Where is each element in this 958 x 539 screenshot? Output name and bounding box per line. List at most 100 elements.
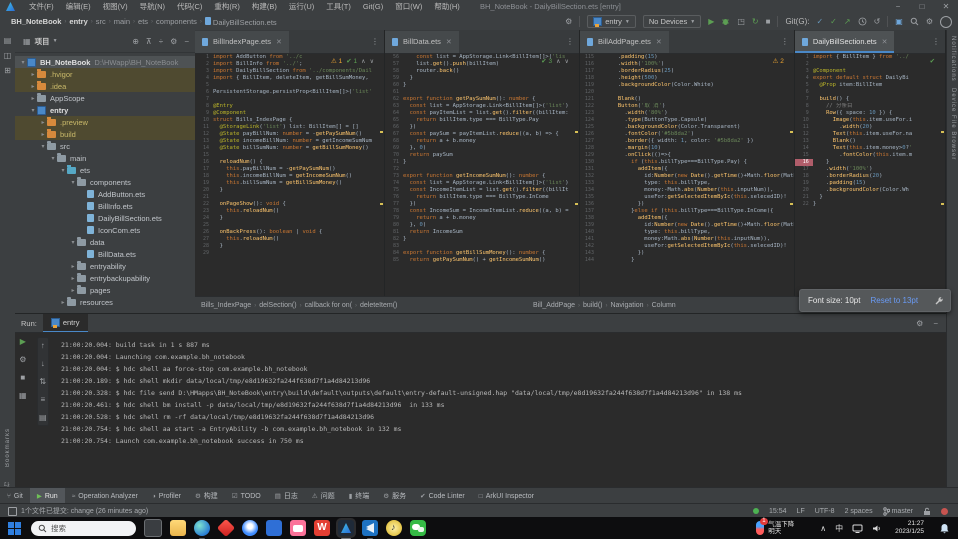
close-icon[interactable]: ✕ bbox=[276, 38, 282, 46]
taskbar-clock[interactable]: 21:27 2023/1/25 bbox=[895, 520, 924, 536]
toolwindow-构建[interactable]: ⚙构建 bbox=[188, 488, 225, 504]
hide-icon[interactable]: − bbox=[933, 319, 938, 328]
tree-item[interactable]: ▸.preview bbox=[15, 116, 195, 128]
tree-chevron-icon[interactable]: ▾ bbox=[19, 59, 27, 66]
history-icon[interactable] bbox=[858, 17, 867, 26]
hide-icon[interactable]: − bbox=[184, 37, 189, 46]
run-tab-entry[interactable]: entry bbox=[43, 314, 88, 332]
breadcrumb-item[interactable]: BH_NoteBook bbox=[8, 17, 64, 26]
breadcrumb-item[interactable]: ets bbox=[135, 17, 151, 26]
editor-tab[interactable]: BillAddPage.ets✕ bbox=[580, 31, 669, 53]
inspection-widget[interactable]: ⚠ 2 bbox=[773, 57, 784, 65]
profile-icon[interactable] bbox=[940, 16, 952, 28]
code-editor[interactable]: 115 .padding(15)116 .width('100%')117 .b… bbox=[580, 54, 794, 296]
settings-icon[interactable]: ⚙ bbox=[565, 17, 572, 26]
menu-item[interactable]: 编辑(E) bbox=[60, 2, 97, 11]
taskbar-app-wps[interactable]: W bbox=[314, 520, 330, 536]
tree-item[interactable]: ▸.hvigor bbox=[15, 68, 195, 80]
breadcrumb-item[interactable]: delSection() bbox=[259, 302, 296, 309]
gear-icon[interactable]: ⚙ bbox=[916, 319, 923, 328]
taskbar-app-music[interactable] bbox=[386, 520, 402, 536]
tree-item[interactable]: DailyBillSection.ets bbox=[15, 212, 195, 224]
tree-item[interactable]: AddButton.ets bbox=[15, 188, 195, 200]
tree-chevron-icon[interactable]: ▸ bbox=[29, 95, 37, 102]
collapse-all-icon[interactable]: ⊼ bbox=[146, 37, 152, 46]
breadcrumb-item[interactable]: main bbox=[111, 17, 133, 26]
chevron-down-icon[interactable]: ▼ bbox=[53, 38, 58, 44]
close-icon[interactable]: ✕ bbox=[446, 38, 452, 46]
dump-icon[interactable]: ▦ bbox=[19, 391, 27, 400]
editor-tab[interactable]: BillData.ets✕ bbox=[385, 31, 459, 53]
event-log-error-icon[interactable] bbox=[941, 508, 948, 515]
run-icon[interactable]: ▶ bbox=[708, 17, 714, 26]
code-editor[interactable]: 56 const list = AppStorage.Link<BillItem… bbox=[385, 54, 579, 296]
tree-item[interactable]: ▾entry bbox=[15, 104, 195, 116]
taskbar-app-wechat[interactable] bbox=[410, 520, 426, 536]
menu-item[interactable]: Git(G) bbox=[357, 2, 389, 11]
taskbar-app-bilibili[interactable] bbox=[290, 520, 306, 536]
stop-icon[interactable]: ■ bbox=[766, 17, 771, 26]
taskbar-app-edge[interactable] bbox=[194, 520, 210, 536]
close-icon[interactable]: ✕ bbox=[656, 38, 662, 46]
taskbar-app-mail-blue[interactable] bbox=[266, 520, 282, 536]
tree-chevron-icon[interactable]: ▾ bbox=[69, 239, 77, 246]
menu-item[interactable]: 代码(C) bbox=[171, 2, 208, 11]
stop-icon[interactable]: ■ bbox=[20, 373, 25, 382]
tree-item[interactable]: BillInfo.ets bbox=[15, 200, 195, 212]
soft-wrap-icon[interactable]: ⇅ bbox=[39, 377, 46, 386]
vcs-commit-icon[interactable]: ✓ bbox=[830, 17, 837, 26]
menu-item[interactable]: 视图(V) bbox=[97, 2, 134, 11]
tree-item[interactable]: ▾data bbox=[15, 236, 195, 248]
structure-icon[interactable]: ⊞ bbox=[0, 66, 15, 75]
tab-options-icon[interactable]: ⋮ bbox=[781, 37, 789, 46]
toolwindow-git[interactable]: ⑂Git bbox=[0, 488, 30, 504]
inspection-widget[interactable]: ✔ bbox=[930, 57, 935, 65]
scroll-end-icon[interactable]: ≡ bbox=[40, 395, 45, 404]
reset-font-link[interactable]: Reset to 13pt bbox=[870, 296, 918, 305]
tree-chevron-icon[interactable]: ▸ bbox=[29, 71, 37, 78]
editor-tab[interactable]: BillIndexPage.ets✕ bbox=[195, 31, 289, 53]
project-panel-title[interactable]: 项目 bbox=[35, 36, 50, 47]
toolwindow-终端[interactable]: ▮终端 bbox=[342, 488, 377, 504]
tree-item[interactable]: ▾main bbox=[15, 152, 195, 164]
breadcrumb-item[interactable]: callback for on( bbox=[305, 302, 352, 309]
breadcrumb-item[interactable]: DailyBillSection.ets bbox=[202, 17, 280, 27]
taskbar-app-explorer[interactable] bbox=[170, 520, 186, 536]
locate-icon[interactable]: ⊕ bbox=[132, 37, 139, 46]
tree-item[interactable]: ▾ets bbox=[15, 164, 195, 176]
notification-bell-icon[interactable] bbox=[939, 523, 950, 534]
prev-issue-icon[interactable]: ∧ bbox=[361, 58, 365, 65]
next-issue-icon[interactable]: ∨ bbox=[370, 58, 374, 65]
tree-chevron-icon[interactable]: ▾ bbox=[69, 179, 77, 186]
tree-chevron-icon[interactable]: ▸ bbox=[39, 119, 47, 126]
inspection-widget[interactable]: ⚠ 1✔ 1∧∨ bbox=[331, 57, 374, 65]
tree-chevron-icon[interactable]: ▸ bbox=[59, 299, 67, 306]
tree-item[interactable]: ▸resources bbox=[15, 296, 195, 308]
breadcrumb-item[interactable]: deleteItem() bbox=[360, 302, 397, 309]
rollback-icon[interactable]: ↺ bbox=[874, 17, 881, 26]
toolwindow-问题[interactable]: ⚠问题 bbox=[305, 488, 342, 504]
tree-chevron-icon[interactable]: ▾ bbox=[29, 107, 37, 114]
tree-item[interactable]: ▸entrybackupability bbox=[15, 272, 195, 284]
taskbar-app-task-view[interactable] bbox=[144, 519, 162, 537]
breadcrumb-item[interactable]: build() bbox=[583, 302, 602, 309]
taskbar-app-vscode[interactable] bbox=[362, 520, 378, 536]
commit-icon[interactable]: ◫ bbox=[0, 51, 15, 60]
clear-icon[interactable]: ▤ bbox=[39, 413, 47, 422]
menu-item[interactable]: 导航(N) bbox=[134, 2, 171, 11]
right-strip-label[interactable]: Device File Browser bbox=[950, 88, 956, 160]
tree-item[interactable]: ▸.idea bbox=[15, 80, 195, 92]
minimize-icon[interactable]: − bbox=[886, 2, 910, 11]
toolwindow-todo[interactable]: ☑TODO bbox=[225, 488, 268, 504]
close-icon[interactable]: ✕ bbox=[934, 2, 958, 11]
toolwindow-run[interactable]: ▶Run bbox=[30, 488, 65, 504]
gear-icon[interactable]: ⚙ bbox=[926, 17, 933, 26]
coverage-icon[interactable]: ◳ bbox=[737, 17, 745, 26]
taskbar-app-quark[interactable] bbox=[242, 520, 258, 536]
line-ending[interactable]: LF bbox=[797, 508, 805, 515]
run-console-log[interactable]: 21:00:20.004: build task in 1 s 887 ms21… bbox=[61, 339, 942, 488]
breadcrumb-item[interactable]: Column bbox=[652, 302, 676, 309]
volume-icon[interactable] bbox=[872, 524, 882, 533]
settings-icon[interactable]: ⚙ bbox=[170, 37, 177, 46]
menu-item[interactable]: 构建(B) bbox=[246, 2, 283, 11]
